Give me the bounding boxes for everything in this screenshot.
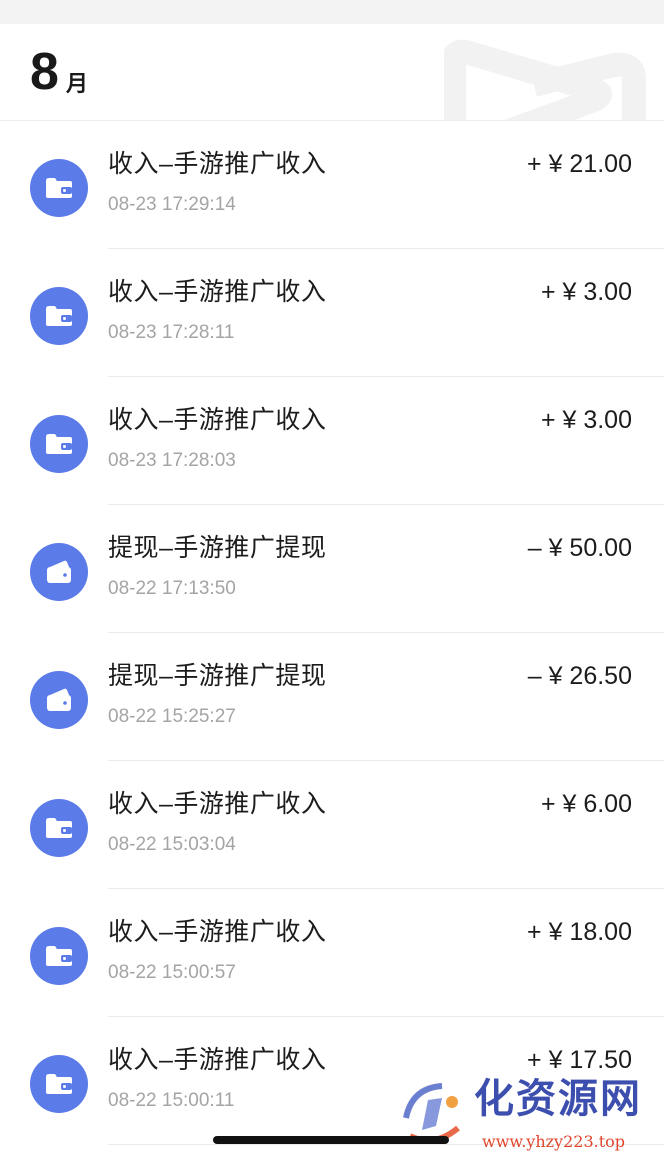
wallet-icon: [30, 927, 88, 985]
transaction-title: 提现–手游推广提现: [108, 534, 327, 562]
wallet-icon: [30, 415, 88, 473]
transaction-time: 08-22 15:25:27: [108, 706, 236, 727]
wallet-icon: [30, 1055, 88, 1113]
home-indicator[interactable]: [213, 1136, 449, 1144]
transaction-amount: + ¥ 3.00: [540, 278, 632, 306]
transaction-amount: – ¥ 26.50: [527, 662, 632, 690]
transaction-row[interactable]: 提现–手游推广提现 08-22 17:13:50 – ¥ 50.00: [0, 505, 664, 633]
status-bar-strip: [0, 0, 664, 24]
withdraw-wallet-icon: [30, 671, 88, 729]
watermark: 化资源网 www.yhzy223.top: [392, 1076, 664, 1157]
transaction-time: 08-23 17:29:14: [108, 194, 236, 215]
month-number: 8: [30, 43, 59, 101]
transaction-title: 收入–手游推广收入: [108, 150, 327, 178]
transaction-amount: + ¥ 21.00: [527, 150, 632, 178]
transaction-time: 08-23 17:28:11: [108, 322, 235, 343]
transaction-time: 08-22 15:00:11: [108, 1090, 235, 1111]
month-header: 8 月: [0, 24, 664, 121]
transaction-row[interactable]: 收入–手游推广收入 08-23 17:28:11 + ¥ 3.00: [0, 249, 664, 377]
watermark-title: 化资源网: [474, 1075, 642, 1122]
transaction-row[interactable]: 收入–手游推广收入 08-23 17:28:03 + ¥ 3.00: [0, 377, 664, 505]
transaction-amount: + ¥ 3.00: [540, 406, 632, 434]
background-logo-icon: [444, 39, 646, 120]
transaction-title: 收入–手游推广收入: [108, 406, 327, 434]
wallet-icon: [30, 159, 88, 217]
transaction-title: 提现–手游推广提现: [108, 662, 327, 690]
wallet-icon: [30, 799, 88, 857]
transaction-title: 收入–手游推广收入: [108, 790, 327, 818]
withdraw-wallet-icon: [30, 543, 88, 601]
transaction-row[interactable]: 收入–手游推广收入 08-22 15:00:57 + ¥ 18.00: [0, 889, 664, 1017]
transaction-time: 08-23 17:28:03: [108, 450, 236, 471]
transaction-title: 收入–手游推广收入: [108, 918, 327, 946]
transaction-row[interactable]: 收入–手游推广收入 08-23 17:29:14 + ¥ 21.00: [0, 121, 664, 249]
transaction-amount: + ¥ 6.00: [540, 790, 632, 818]
transaction-time: 08-22 15:03:04: [108, 834, 236, 855]
transaction-time: 08-22 17:13:50: [108, 578, 236, 599]
transaction-title: 收入–手游推广收入: [108, 1046, 327, 1074]
transaction-time: 08-22 15:00:57: [108, 962, 236, 983]
transaction-row[interactable]: 收入–手游推广收入 08-22 15:03:04 + ¥ 6.00: [0, 761, 664, 889]
watermark-url: www.yhzy223.top: [482, 1132, 626, 1151]
transaction-title: 收入–手游推广收入: [108, 278, 327, 306]
month-unit: 月: [66, 71, 89, 96]
transaction-amount: – ¥ 50.00: [527, 534, 632, 562]
transaction-amount: + ¥ 18.00: [527, 918, 632, 946]
transaction-amount: + ¥ 17.50: [527, 1046, 632, 1074]
wallet-icon: [30, 287, 88, 345]
transaction-row[interactable]: 提现–手游推广提现 08-22 15:25:27 – ¥ 26.50: [0, 633, 664, 761]
transaction-list: 收入–手游推广收入 08-23 17:29:14 + ¥ 21.00 收入–手游…: [0, 121, 664, 1145]
